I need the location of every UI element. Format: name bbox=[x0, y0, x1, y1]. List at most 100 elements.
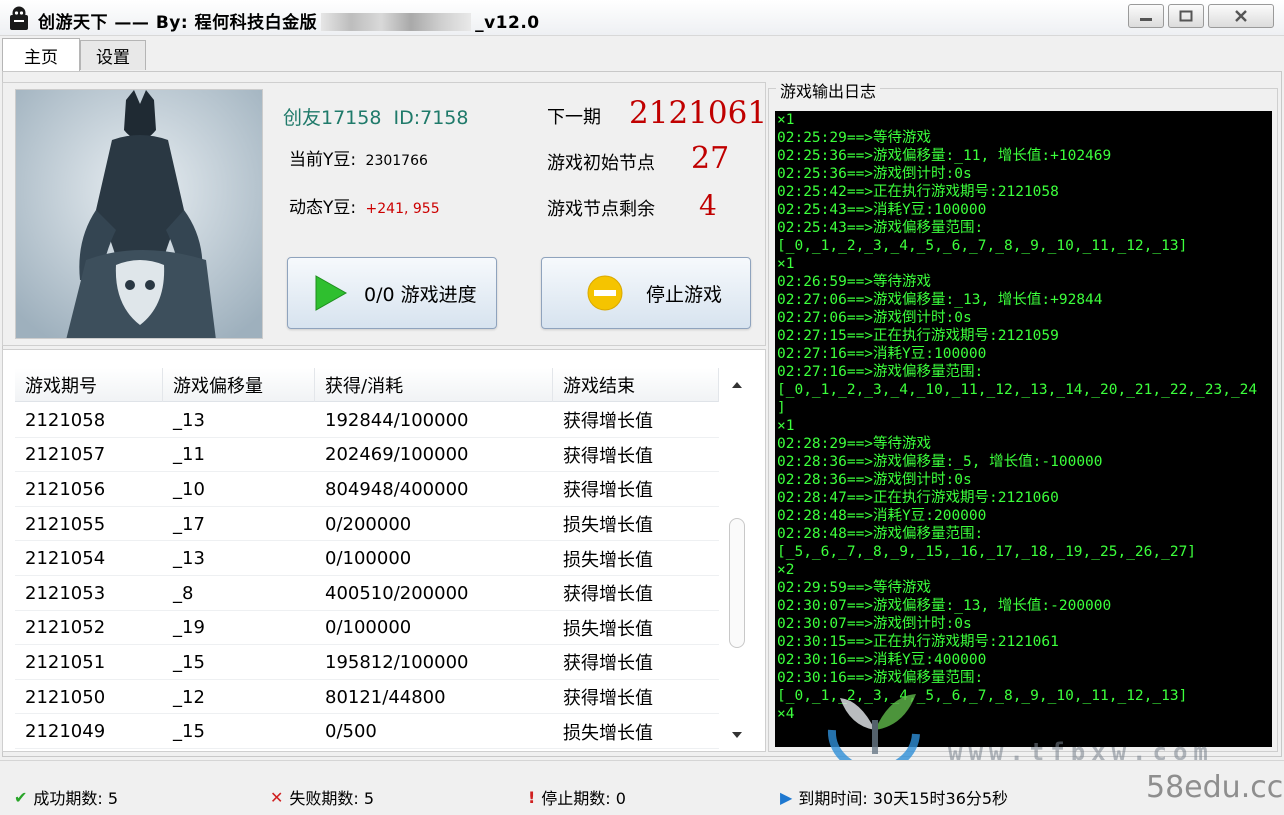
cell-period: 2121054 bbox=[25, 548, 106, 570]
cell-result: 损失增长值 bbox=[563, 722, 653, 744]
table-row[interactable]: 2121051 _15 195812/100000 获得增长值 bbox=[15, 645, 719, 680]
log-line: 02:25:43==>游戏偏移量范围: bbox=[777, 220, 984, 236]
play-icon bbox=[315, 275, 348, 311]
check-icon: ✔ bbox=[14, 787, 28, 807]
status-bar: ✔ 成功期数: 5 ✕ 失败期数: 5 ! 停止期数: 0 ▶ 到期时间: 30… bbox=[0, 760, 1284, 815]
remaining-node-value: 4 bbox=[699, 189, 717, 222]
tab-home[interactable]: 主页 bbox=[2, 38, 80, 72]
column-header-gain-cost[interactable]: 获得/消耗 bbox=[315, 368, 553, 402]
log-line: ×1 bbox=[777, 256, 795, 272]
minimize-button[interactable] bbox=[1128, 4, 1164, 28]
cell-period: 2121053 bbox=[25, 582, 106, 604]
log-line: 02:30:16==>消耗Y豆:400000 bbox=[777, 652, 987, 668]
scroll-up-icon[interactable] bbox=[723, 374, 751, 394]
cell-result: 获得增长值 bbox=[563, 688, 653, 710]
cell-result: 获得增长值 bbox=[563, 411, 653, 433]
current-y-row: 当前Y豆: 2301766 bbox=[289, 145, 428, 170]
cross-icon: ✕ bbox=[270, 787, 284, 807]
start-node-value: 27 bbox=[691, 141, 730, 176]
exclamation-icon: ! bbox=[528, 787, 536, 807]
current-y-value: 2301766 bbox=[365, 153, 428, 169]
table-row[interactable]: 2121055 _17 0/200000 损失增长值 bbox=[15, 507, 719, 542]
table-row[interactable]: 2121054 _13 0/100000 损失增长值 bbox=[15, 541, 719, 576]
table-scrollbar[interactable] bbox=[723, 368, 751, 748]
title-bar[interactable]: 创游天下 —— By: 程何科技白金版 _v12.0 bbox=[0, 0, 1284, 36]
table-row[interactable]: 2121058 _13 192844/100000 获得增长值 bbox=[15, 403, 719, 438]
cell-period: 2121051 bbox=[25, 651, 106, 673]
remaining-node-label: 游戏节点剩余 bbox=[547, 199, 655, 220]
dynamic-y-value: +241, 955 bbox=[365, 201, 440, 217]
cell-offset: _8 bbox=[173, 582, 194, 604]
cell-period: 2121057 bbox=[25, 444, 106, 466]
window-title-suffix: _v12.0 bbox=[475, 13, 540, 33]
column-header-period[interactable]: 游戏期号 bbox=[15, 368, 163, 402]
cell-gain-cost: 195812/100000 bbox=[325, 651, 469, 673]
cell-offset: _19 bbox=[173, 617, 205, 639]
log-line: [_0,_1,_2,_3,_4,_5,_6,_7,_8,_9,_10,_11,_… bbox=[777, 238, 1188, 254]
cell-gain-cost: 400510/200000 bbox=[325, 582, 469, 604]
log-line: ×1 bbox=[777, 112, 795, 128]
column-header-offset[interactable]: 游戏偏移量 bbox=[163, 368, 315, 402]
cell-gain-cost: 192844/100000 bbox=[325, 409, 469, 431]
cell-gain-cost: 0/100000 bbox=[325, 617, 412, 639]
column-header-result[interactable]: 游戏结束 bbox=[553, 368, 719, 402]
cell-period: 2121052 bbox=[25, 617, 106, 639]
scroll-down-icon[interactable] bbox=[723, 724, 751, 744]
cell-gain-cost: 202469/100000 bbox=[325, 444, 469, 466]
log-line: 02:30:07==>游戏偏移量:_13, 增长值:-200000 bbox=[777, 598, 1112, 614]
close-button[interactable] bbox=[1208, 4, 1274, 28]
table-header: 游戏期号 游戏偏移量 获得/消耗 游戏结束 bbox=[15, 368, 719, 402]
log-line: 02:28:36==>游戏偏移量:_5, 增长值:-100000 bbox=[777, 454, 1103, 470]
status-failure: ✕ 失败期数: 5 bbox=[270, 785, 374, 809]
tab-settings[interactable]: 设置 bbox=[80, 40, 146, 70]
log-line: 02:25:36==>游戏偏移量:_11, 增长值:+102469 bbox=[777, 148, 1112, 164]
status-success: ✔ 成功期数: 5 bbox=[14, 785, 118, 809]
cell-offset: _11 bbox=[173, 444, 205, 466]
window-title-prefix: 创游天下 —— By: 程何科技白金版 bbox=[38, 13, 318, 33]
dynamic-y-row: 动态Y豆: +241, 955 bbox=[289, 193, 440, 218]
maximize-icon bbox=[1179, 10, 1193, 22]
cell-period: 2121058 bbox=[25, 409, 106, 431]
app-logo-icon bbox=[10, 6, 28, 30]
log-line: 02:30:07==>游戏倒计时:0s bbox=[777, 616, 972, 632]
table-row[interactable]: 2121053 _8 400510/200000 获得增长值 bbox=[15, 576, 719, 611]
cell-offset: _13 bbox=[173, 409, 205, 431]
table-row[interactable]: 2121049 _15 0/500 损失增长值 bbox=[15, 714, 719, 749]
table-row[interactable]: 2121056 _10 804948/400000 获得增长值 bbox=[15, 472, 719, 507]
info-panel: 创友17158 ID:7158 当前Y豆: 2301766 动态Y豆: +241… bbox=[2, 82, 767, 346]
log-line: 02:28:48==>消耗Y豆:200000 bbox=[777, 508, 987, 524]
game-progress-button[interactable]: 0/0 游戏进度 bbox=[287, 257, 497, 329]
cell-offset: _13 bbox=[173, 548, 205, 570]
table-row[interactable]: 2121052 _19 0/100000 损失增长值 bbox=[15, 611, 719, 646]
cell-period: 2121049 bbox=[25, 721, 106, 743]
log-line: 02:25:43==>消耗Y豆:100000 bbox=[777, 202, 987, 218]
status-success-text: 成功期数: 5 bbox=[33, 789, 119, 808]
history-table-panel: 游戏期号 游戏偏移量 获得/消耗 游戏结束 2121058 _13 192844/1… bbox=[2, 349, 766, 752]
table-row[interactable]: 2121050 _12 80121/44800 获得增长值 bbox=[15, 680, 719, 715]
log-line: ×2 bbox=[777, 562, 795, 578]
log-line: 02:30:15==>正在执行游戏期号:2121061 bbox=[777, 634, 1059, 650]
user-info: 创友17158 ID:7158 bbox=[283, 103, 469, 130]
minimize-icon bbox=[1140, 18, 1152, 21]
stop-game-label: 停止游戏 bbox=[646, 283, 723, 306]
watermark-logo-icon bbox=[827, 694, 920, 770]
cell-result: 损失增长值 bbox=[563, 515, 653, 537]
scrollbar-thumb[interactable] bbox=[729, 518, 745, 648]
status-expire-text: 到期时间: 30天15时36分5秒 bbox=[798, 789, 1009, 808]
status-stop-text: 停止期数: 0 bbox=[541, 789, 626, 808]
log-line: 02:25:29==>等待游戏 bbox=[777, 130, 932, 146]
stop-game-button[interactable]: 停止游戏 bbox=[541, 257, 751, 329]
start-node-label: 游戏初始节点 bbox=[547, 153, 655, 174]
cell-period: 2121056 bbox=[25, 478, 106, 500]
log-console[interactable]: ×1 02:25:29==>等待游戏 02:25:36==>游戏偏移量:_11, 增… bbox=[775, 111, 1272, 747]
status-failure-text: 失败期数: 5 bbox=[289, 789, 375, 808]
log-title: 游戏输出日志 bbox=[776, 78, 881, 102]
cell-offset: _10 bbox=[173, 478, 205, 500]
log-line: 02:28:48==>游戏偏移量范围: bbox=[777, 526, 984, 542]
table-row[interactable]: 2121057 _11 202469/100000 获得增长值 bbox=[15, 438, 719, 473]
status-stop: ! 停止期数: 0 bbox=[528, 785, 626, 809]
cell-period: 2121050 bbox=[25, 686, 106, 708]
cell-gain-cost: 0/100000 bbox=[325, 548, 412, 570]
log-line: 02:25:42==>正在执行游戏期号:2121058 bbox=[777, 184, 1059, 200]
maximize-button[interactable] bbox=[1168, 4, 1204, 28]
